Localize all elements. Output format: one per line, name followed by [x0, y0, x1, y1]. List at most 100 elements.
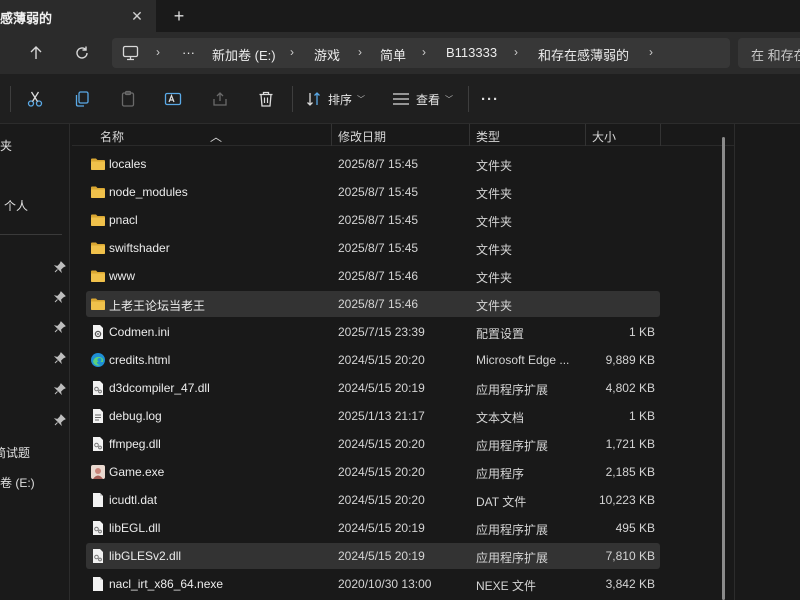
new-tab-icon[interactable]: +: [168, 5, 190, 27]
share-button[interactable]: [211, 88, 229, 110]
file-size: 495 KB: [615, 521, 655, 535]
file-row[interactable]: debug.log 2025/1/13 21:17 文本文档 1 KB: [86, 403, 660, 429]
file-row[interactable]: libEGL.dll 2024/5/15 20:19 应用程序扩展 495 KB: [86, 515, 660, 541]
delete-button[interactable]: [257, 88, 275, 110]
game-exe-icon: [90, 464, 106, 480]
file-date: 2024/5/15 20:20: [338, 493, 425, 507]
chevron-right-icon[interactable]: ›: [156, 45, 160, 59]
file-name: libEGL.dll: [109, 521, 161, 535]
breadcrumb-overflow[interactable]: ···: [182, 45, 195, 60]
chevron-right-icon[interactable]: ›: [514, 45, 518, 59]
sidebar-item-drive-e[interactable]: 卷 (E:): [0, 474, 35, 491]
breadcrumb-games[interactable]: 游戏: [314, 45, 340, 64]
file-row[interactable]: nacl_irt_x86_64.nexe 2020/10/30 13:00 NEXE…: [86, 571, 660, 597]
file-type: DAT 文件: [476, 495, 527, 509]
file-date: 2024/5/15 20:19: [338, 381, 425, 395]
chevron-right-icon[interactable]: ›: [422, 45, 426, 59]
breadcrumb-current[interactable]: 和存在感薄弱的: [538, 45, 629, 64]
file-type: 应用程序扩展: [476, 523, 549, 537]
file-row[interactable]: Game.exe 2024/5/15 20:20 应用程序 2,185 KB: [86, 459, 660, 485]
file-row[interactable]: node_modules 2025/8/7 15:45 文件夹: [86, 179, 660, 205]
column-header-date[interactable]: 修改日期: [338, 128, 386, 145]
file-row[interactable]: www 2025/8/7 15:46 文件夹: [86, 263, 660, 289]
pin-icon[interactable]: [53, 291, 66, 304]
tab-close-icon[interactable]: ✕: [127, 6, 147, 26]
column-header-type[interactable]: 类型: [476, 128, 500, 145]
file-row[interactable]: icudtl.dat 2024/5/15 20:20 DAT 文件 10,223 KB: [86, 487, 660, 513]
toolbar-divider: [292, 86, 293, 112]
edge-icon: [90, 352, 106, 368]
file-type: 文件夹: [476, 271, 513, 285]
view-button[interactable]: 查看 ﹀: [392, 88, 453, 110]
blank-file-icon: [90, 576, 106, 592]
dll-icon: [90, 520, 106, 536]
file-name: credits.html: [109, 353, 171, 367]
pin-icon[interactable]: [53, 352, 66, 365]
breadcrumb-simple[interactable]: 简单: [380, 45, 406, 64]
file-size: 2,185 KB: [605, 465, 655, 479]
file-date: 2024/5/15 20:20: [338, 353, 425, 367]
chevron-right-icon[interactable]: ›: [358, 45, 362, 59]
copy-icon: [75, 91, 89, 107]
chevron-right-icon[interactable]: ›: [290, 45, 294, 59]
file-row[interactable]: d3dcompiler_47.dll 2024/5/15 20:19 应用程序扩展 4…: [86, 375, 660, 401]
vertical-scrollbar[interactable]: [722, 137, 725, 600]
search-input[interactable]: 在 和存在: [738, 38, 800, 68]
file-row[interactable]: locales 2025/8/7 15:45 文件夹: [86, 151, 660, 177]
up-arrow-icon[interactable]: [24, 41, 48, 65]
copy-button[interactable]: [73, 88, 91, 110]
column-header-size[interactable]: 大小: [592, 128, 616, 145]
file-row[interactable]: swiftshader 2025/8/7 15:45 文件夹: [86, 235, 660, 261]
pin-icon[interactable]: [53, 414, 66, 427]
sidebar-item-folder[interactable]: 夹: [0, 137, 12, 154]
cut-button[interactable]: [26, 88, 44, 110]
file-row[interactable]: ffmpeg.dll 2024/5/15 20:20 应用程序扩展 1,721 KB: [86, 431, 660, 457]
sidebar-item-personal[interactable]: 个人: [4, 197, 28, 214]
pin-icon[interactable]: [53, 383, 66, 396]
column-header-name[interactable]: 名称: [100, 128, 124, 145]
trash-icon: [259, 91, 273, 107]
column-divider[interactable]: [469, 124, 470, 146]
chevron-down-icon: ﹀: [445, 94, 454, 104]
file-name: ffmpeg.dll: [109, 437, 161, 451]
file-row[interactable]: Codmen.ini 2025/7/15 23:39 配置设置 1 KB: [86, 319, 660, 345]
sidebar-item-quiz[interactable]: 简试题: [0, 444, 30, 461]
toolbar-divider: [10, 86, 11, 112]
pin-icon[interactable]: [53, 261, 66, 274]
breadcrumb-folder-code[interactable]: B113333: [446, 45, 497, 60]
folder-icon: [90, 184, 106, 200]
file-type: 配置设置: [476, 327, 525, 341]
column-divider[interactable]: [660, 124, 661, 146]
chevron-right-icon[interactable]: ›: [649, 45, 653, 59]
file-name: d3dcompiler_47.dll: [109, 381, 210, 395]
folder-icon: [90, 212, 106, 228]
breadcrumb-drive[interactable]: 新加卷 (E:): [212, 45, 276, 64]
tab-current-folder[interactable]: 感薄弱的 ✕: [0, 0, 156, 32]
sort-button[interactable]: 排序 ﹀: [306, 88, 365, 110]
rename-button[interactable]: [164, 88, 182, 110]
view-label: 查看: [416, 92, 441, 107]
more-options-button[interactable]: ···: [481, 88, 499, 110]
paste-button[interactable]: [119, 88, 137, 110]
file-type: 应用程序扩展: [476, 439, 549, 453]
file-date: 2025/8/7 15:46: [338, 269, 419, 283]
refresh-icon[interactable]: [70, 41, 94, 65]
file-row[interactable]: credits.html 2024/5/15 20:20 Microsoft Edg…: [86, 347, 660, 373]
file-row[interactable]: pnacl 2025/8/7 15:45 文件夹: [86, 207, 660, 233]
search-placeholder: 在 和存在: [751, 48, 800, 63]
file-type: 文件夹: [476, 215, 513, 229]
file-name: nacl_irt_x86_64.nexe: [109, 577, 224, 591]
this-pc-icon[interactable]: [122, 45, 139, 64]
address-bar[interactable]: › ··· 新加卷 (E:) › 游戏 › 简单 › B113333 › 和存在…: [112, 38, 730, 68]
file-row[interactable]: 上老王论坛当老王 2025/8/7 15:46 文件夹: [86, 291, 660, 317]
scissors-icon: [27, 91, 43, 107]
file-type: Microsoft Edge ...: [476, 353, 570, 367]
file-size: 9,889 KB: [605, 353, 655, 367]
file-list: ︿ 名称 修改日期 类型 大小 locales 2025/8/7 15:45 文件夹…: [72, 124, 734, 600]
folder-icon: [90, 240, 106, 256]
pin-icon[interactable]: [53, 321, 66, 334]
column-divider[interactable]: [585, 124, 586, 146]
file-row[interactable]: libGLESv2.dll 2024/5/15 20:19 应用程序扩展 7,810 …: [86, 543, 660, 569]
file-name: icudtl.dat: [109, 493, 158, 507]
column-divider[interactable]: [331, 124, 332, 146]
